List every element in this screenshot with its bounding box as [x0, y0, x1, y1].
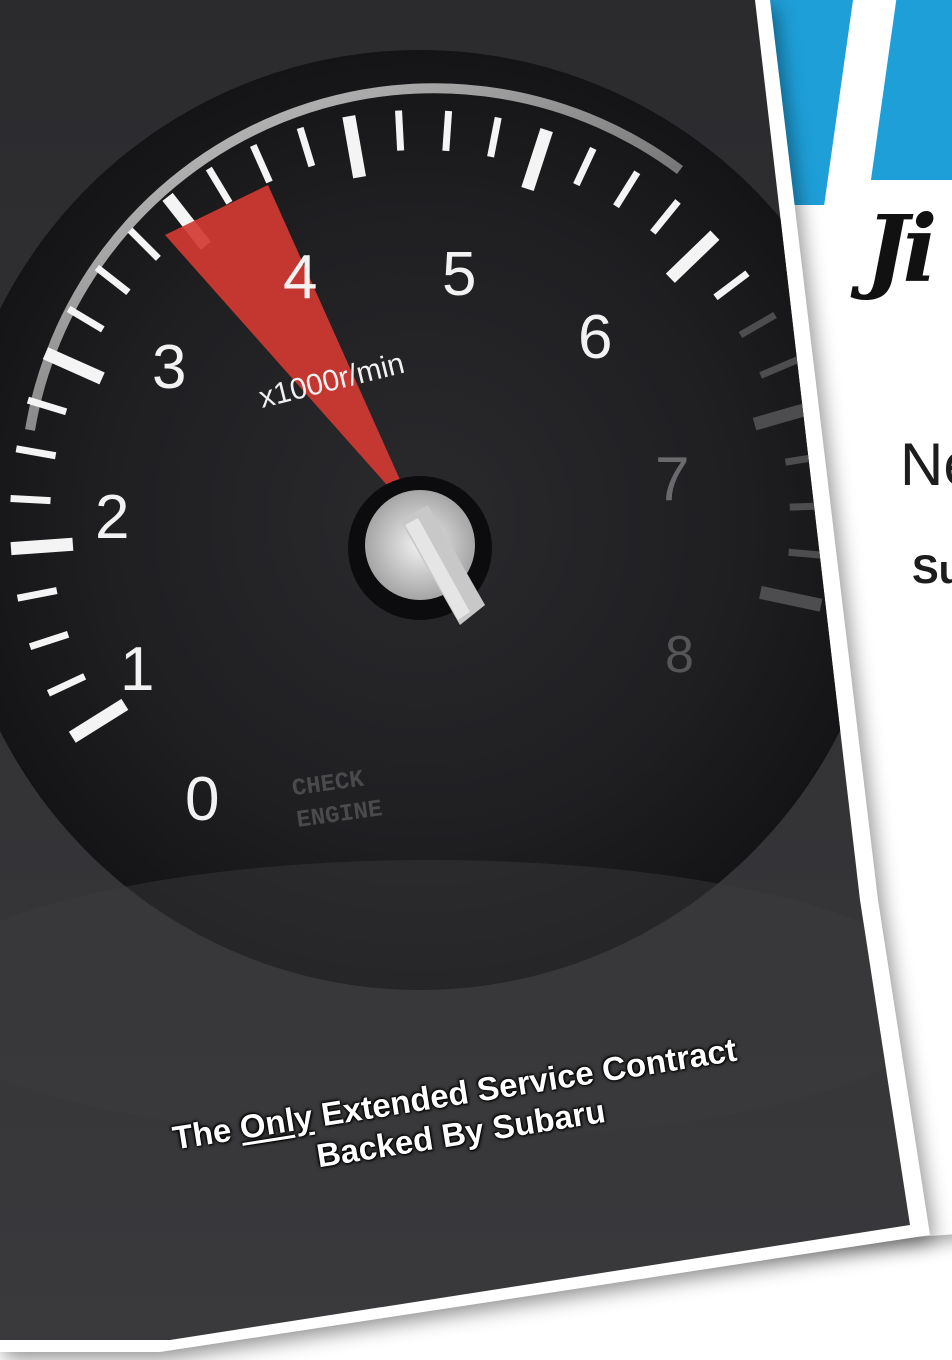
tick-mark	[395, 110, 405, 151]
back-panel-heading-fragment: Ne	[900, 431, 952, 498]
check-engine-label-line2: ENGINE	[295, 796, 384, 835]
tick-mark	[342, 115, 366, 179]
tick-mark	[250, 144, 273, 184]
tick-mark	[42, 347, 105, 385]
tick-mark	[68, 698, 129, 743]
tick-mark	[521, 128, 553, 192]
tick-mark	[442, 110, 453, 152]
script-logo-fragment: Ji	[865, 195, 938, 303]
tick-mark	[66, 305, 105, 333]
tick-mark	[573, 146, 597, 187]
tick-mark	[28, 631, 70, 651]
tick-mark	[26, 396, 68, 416]
tick-mark	[46, 673, 87, 697]
tagline: The Only Extended Service Contract Backe…	[170, 1031, 746, 1197]
tick-mark	[487, 116, 502, 158]
check-engine-label-line1: CHECK	[291, 766, 367, 803]
tick-mark	[205, 166, 233, 205]
tick-mark	[16, 587, 58, 602]
needle-stub	[400, 505, 485, 625]
tick-mark	[10, 537, 74, 556]
tick-mark	[94, 264, 131, 295]
dial-number-2: 2	[95, 483, 129, 552]
back-panel-subheading-fragment: Su	[912, 548, 952, 592]
dial-rim	[25, 83, 683, 431]
tick-mark	[127, 227, 161, 261]
tick-mark	[296, 126, 316, 168]
tagline-prefix: The	[170, 1109, 243, 1157]
dial-number-5: 5	[442, 240, 476, 309]
tick-mark	[10, 495, 51, 505]
dial-number-6: 6	[578, 303, 612, 372]
dial-number-3: 3	[152, 333, 186, 402]
tick-mark	[15, 445, 57, 460]
dial-number-1: 1	[120, 635, 154, 704]
tick-mark	[162, 192, 211, 250]
dial-number-0: 0	[185, 765, 219, 834]
hub-recess	[348, 476, 492, 620]
needle-hub	[365, 490, 475, 600]
dial-number-4: 4	[283, 243, 317, 312]
rpm-unit-label: x1000r/min	[256, 347, 408, 415]
needle-sweep	[165, 185, 418, 520]
